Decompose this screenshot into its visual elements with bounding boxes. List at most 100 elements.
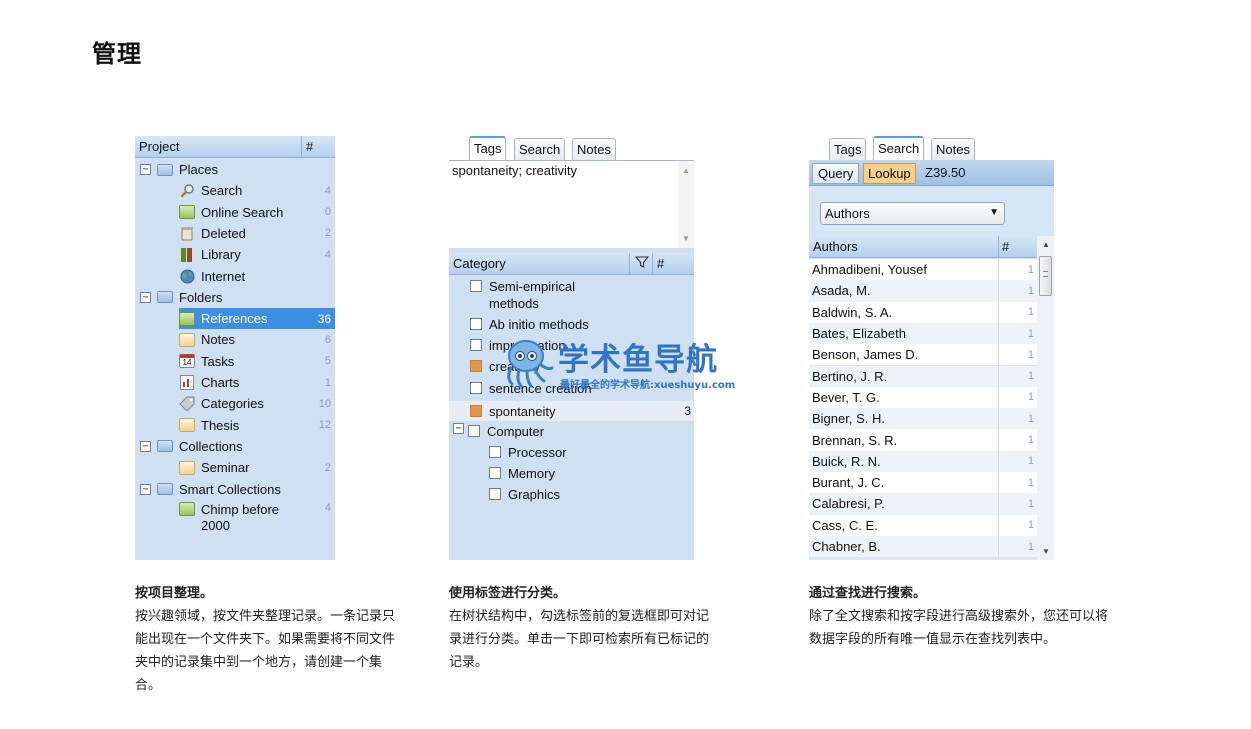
category-checkbox[interactable] xyxy=(489,467,501,479)
collapse-icon[interactable]: − xyxy=(140,164,151,175)
author-row[interactable]: Benson, James D. 1 xyxy=(809,344,1037,366)
author-row[interactable]: Buick, R. N. 1 xyxy=(809,450,1037,472)
scroll-down-icon[interactable]: ▼ xyxy=(682,234,690,243)
collapse-icon[interactable]: − xyxy=(453,423,464,434)
author-row[interactable]: Burant, J. C. 1 xyxy=(809,472,1037,494)
author-count: 1 xyxy=(1027,497,1034,510)
category-item[interactable]: spontaneity 3 xyxy=(449,401,694,421)
category-item[interactable]: − Computer xyxy=(453,423,694,440)
tags-tabbar: Tags Search Notes xyxy=(449,136,694,160)
tab-notes[interactable]: Notes xyxy=(572,138,616,160)
category-item[interactable]: Ab initio methods xyxy=(470,316,694,333)
author-name: Chabner, B. xyxy=(812,539,881,555)
scroll-up-icon[interactable]: ▲ xyxy=(682,166,690,175)
tree-label: Categories xyxy=(201,396,264,412)
author-count: 1 xyxy=(1027,455,1034,468)
tree-group[interactable]: − Folders xyxy=(135,287,335,308)
tree-label: Search xyxy=(201,183,243,199)
tree-item[interactable]: Library 4 xyxy=(179,244,335,265)
tree-item[interactable]: Seminar 2 xyxy=(179,457,335,478)
category-item[interactable]: Memory xyxy=(489,465,694,482)
author-count: 1 xyxy=(1027,434,1034,447)
tree-item[interactable]: Search 4 xyxy=(179,180,335,201)
author-row[interactable]: Bigner, S. H. 1 xyxy=(809,408,1037,430)
tags-textarea[interactable]: spontaneity; creativity ▲ ▼ xyxy=(449,160,694,248)
category-checkbox[interactable] xyxy=(470,339,482,351)
category-item[interactable]: Semi-empirical methods xyxy=(470,278,694,312)
tree-item[interactable]: Categories 10 xyxy=(179,393,335,414)
tree-item[interactable]: Chimp before 2000 4 xyxy=(179,500,335,534)
folder-icon xyxy=(157,440,173,453)
trash-icon xyxy=(179,226,195,241)
tree-group[interactable]: − Places xyxy=(135,159,335,180)
library-icon xyxy=(179,247,195,262)
category-item[interactable]: sentence creation xyxy=(470,380,694,397)
tab-tags[interactable]: Tags xyxy=(469,136,507,160)
tree-item[interactable]: Deleted 2 xyxy=(179,223,335,244)
author-name: Bertino, J. R. xyxy=(812,368,888,384)
author-row[interactable]: Cass, C. E. 1 xyxy=(809,514,1037,536)
author-row[interactable]: Calabresi, P. 1 xyxy=(809,493,1037,515)
authors-scrollbar[interactable]: ▲ ▼ xyxy=(1037,236,1054,560)
tab-notes[interactable]: Notes xyxy=(931,138,975,160)
author-row[interactable]: Chabner, B. 1 xyxy=(809,535,1037,558)
category-item[interactable]: Graphics xyxy=(489,486,694,503)
tags-panel: Tags Search Notes spontaneity; creativit… xyxy=(449,136,694,560)
category-checkbox[interactable] xyxy=(470,360,482,372)
project-header[interactable]: Project # xyxy=(135,136,335,158)
category-checkbox[interactable] xyxy=(470,280,482,292)
search-tabbar: Tags Search Notes xyxy=(809,136,1054,160)
tree-count: 0 xyxy=(324,206,331,219)
category-checkbox[interactable] xyxy=(489,488,501,500)
tab-search[interactable]: Search xyxy=(514,138,566,160)
tree-label: Collections xyxy=(179,438,243,454)
tab-search[interactable]: Search xyxy=(873,136,925,160)
author-row[interactable]: Bever, T. G. 1 xyxy=(809,386,1037,409)
author-name: Ahmadibeni, Yousef xyxy=(812,262,927,278)
tree-group[interactable]: − Smart Collections xyxy=(135,479,335,500)
authors-header[interactable]: Authors # xyxy=(809,236,1037,258)
category-item[interactable]: improvisation xyxy=(470,337,694,354)
category-header[interactable]: Category # xyxy=(449,253,694,275)
collapse-icon[interactable]: − xyxy=(140,291,151,303)
category-checkbox[interactable] xyxy=(470,382,482,394)
subtab-query[interactable]: Query xyxy=(812,163,860,184)
author-row[interactable]: Baldwin, S. A. 1 xyxy=(809,301,1037,323)
category-checkbox[interactable] xyxy=(470,318,482,330)
author-row[interactable]: Bates, Elizabeth 1 xyxy=(809,322,1037,345)
author-name: Buick, R. N. xyxy=(812,453,881,469)
category-checkbox[interactable] xyxy=(468,425,480,437)
tree-item[interactable]: Internet xyxy=(179,266,335,287)
scroll-up-icon[interactable]: ▲ xyxy=(1042,240,1050,249)
scroll-thumb[interactable] xyxy=(1039,256,1052,296)
tree-item[interactable]: References 36 xyxy=(179,308,335,330)
author-count: 1 xyxy=(1027,306,1034,319)
tree-group[interactable]: − Collections xyxy=(135,436,335,457)
tab-tags[interactable]: Tags xyxy=(829,138,867,160)
category-checkbox[interactable] xyxy=(470,405,482,417)
author-row[interactable]: Asada, M. 1 xyxy=(809,280,1037,302)
filter-icon[interactable] xyxy=(634,255,650,272)
tree-label-line2: 2000 xyxy=(201,517,230,533)
author-row[interactable]: Brennan, S. R. 1 xyxy=(809,429,1037,451)
author-row[interactable]: Bertino, J. R. 1 xyxy=(809,365,1037,387)
tree-item[interactable]: Thesis 12 xyxy=(179,415,335,436)
collapse-icon[interactable]: − xyxy=(140,440,151,452)
tree-item[interactable]: Online Search 0 xyxy=(179,202,335,223)
field-select[interactable]: Authors ▼ xyxy=(820,202,1005,225)
subtab-lookup[interactable]: Lookup xyxy=(863,163,916,184)
tree-item[interactable]: Charts 1 xyxy=(179,372,335,393)
search-icon xyxy=(179,184,195,198)
category-item[interactable]: Processor xyxy=(489,444,694,461)
tree-count: 36 xyxy=(317,311,331,326)
author-row[interactable]: Ahmadibeni, Yousef 1 xyxy=(809,259,1037,281)
tree-item[interactable]: Notes 6 xyxy=(179,329,335,350)
tree-label: Thesis xyxy=(201,417,240,433)
tags-scrollbar[interactable]: ▲ ▼ xyxy=(678,161,694,248)
note-icon xyxy=(179,332,195,347)
category-item[interactable]: creativity xyxy=(470,358,694,375)
category-checkbox[interactable] xyxy=(489,446,501,458)
collapse-icon[interactable]: − xyxy=(140,483,151,495)
scroll-down-icon[interactable]: ▼ xyxy=(1042,547,1050,556)
tree-item[interactable]: 14 Tasks 5 xyxy=(179,351,335,372)
